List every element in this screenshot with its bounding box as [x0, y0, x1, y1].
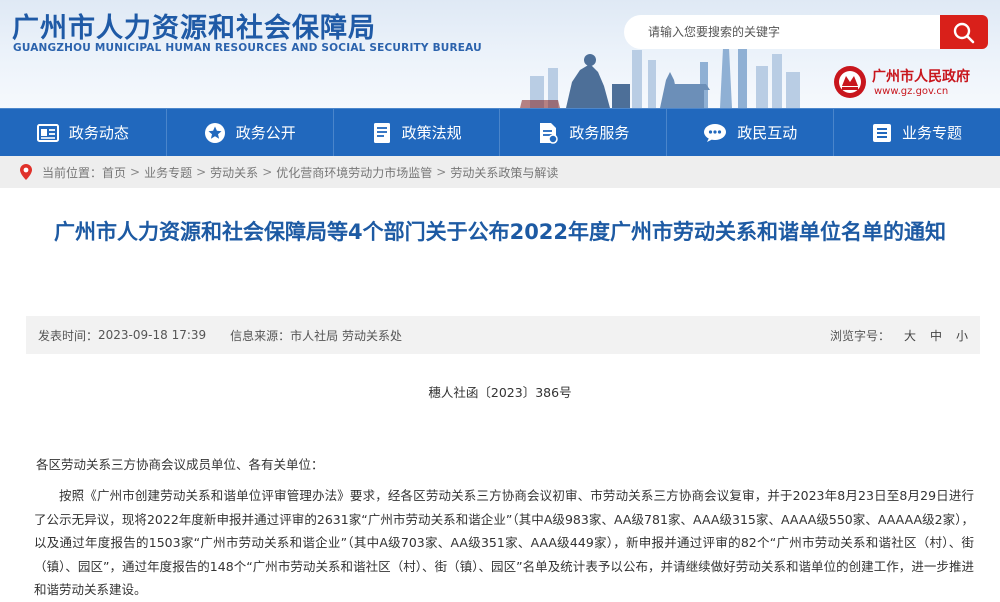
nav-item-public[interactable]: 政务公开 — [167, 109, 334, 156]
breadcrumb-market-supervision[interactable]: 优化营商环境劳动力市场监管 — [276, 164, 432, 181]
book-icon — [373, 122, 390, 143]
breadcrumb-topics[interactable]: 业务专题 — [144, 164, 192, 181]
document-number: 穗人社函〔2023〕386号 — [428, 385, 572, 400]
nav-item-label: 政务服务 — [569, 124, 630, 142]
search-icon — [953, 22, 975, 44]
nav-item-topics[interactable]: 业务专题 — [834, 109, 1000, 156]
search-input[interactable] — [624, 15, 942, 49]
breadcrumb-separator: > — [262, 165, 273, 179]
font-size-label: 浏览字号： — [829, 328, 890, 343]
breadcrumb-policy-interpretation[interactable]: 劳动关系政策与解读 — [450, 164, 558, 181]
star-icon — [204, 122, 225, 143]
chat-icon — [704, 123, 727, 142]
font-size-small-button[interactable]: 小 — [956, 327, 968, 344]
body-paragraph: 按照《广州市创建劳动关系和谐单位评审管理办法》要求，经各区劳动关系三方协商会议初… — [34, 488, 974, 597]
nav-item-label: 政务公开 — [235, 124, 296, 142]
nav-item-policy[interactable]: 政策法规 — [334, 109, 501, 156]
site-title[interactable]: 广州市人力资源和社会保障局 — [12, 6, 376, 45]
publish-time-label: 发表时间： — [38, 328, 99, 343]
list-icon — [873, 123, 892, 142]
source-value: 市人社局 劳动关系处 — [290, 328, 402, 343]
news-icon — [36, 123, 59, 142]
nav-item-news[interactable]: 政务动态 — [0, 109, 167, 156]
font-size-medium-button[interactable]: 中 — [930, 327, 942, 344]
location-pin-icon — [20, 164, 32, 180]
nav-item-interaction[interactable]: 政民互动 — [667, 109, 835, 156]
publish-time: 2023-09-18 17:39 — [98, 328, 207, 342]
article-title: 广州市人力资源和社会保障局等4个部门关于公布2022年度广州市劳动关系和谐单位名… — [53, 220, 947, 244]
font-size-large-button[interactable]: 大 — [904, 327, 916, 344]
nav-item-service[interactable]: 政务服务 — [500, 109, 668, 156]
source-label: 信息来源： — [230, 328, 291, 343]
breadcrumb-separator: > — [130, 165, 141, 179]
breadcrumb-labor-relations[interactable]: 劳动关系 — [210, 164, 258, 181]
document-icon — [540, 122, 559, 144]
breadcrumb-home[interactable]: 首页 — [102, 164, 126, 181]
breadcrumb-prefix: 当前位置： — [42, 165, 103, 180]
gov-emblem-icon[interactable] — [832, 64, 868, 100]
nav-item-label: 业务专题 — [902, 124, 963, 142]
breadcrumb-separator: > — [436, 165, 447, 179]
font-size-controls: 浏览字号： 大 中 小 — [830, 327, 968, 344]
gov-url[interactable]: www.gz.gov.cn — [874, 86, 948, 97]
article-meta-bar: 发表时间： 2023-09-18 17:39 信息来源： 市人社局 劳动关系处 … — [26, 316, 980, 354]
nav-item-label: 政策法规 — [401, 124, 462, 142]
site-subtitle: GUANGZHOU MUNICIPAL HUMAN RESOURCES AND … — [13, 42, 482, 54]
nav-item-label: 政民互动 — [737, 124, 798, 142]
salutation: 各区劳动关系三方协商会议成员单位、各有关单位： — [36, 457, 324, 472]
search-box — [624, 15, 988, 49]
gov-name-link[interactable]: 广州市人民政府 — [872, 66, 970, 86]
breadcrumb-separator: > — [196, 165, 207, 179]
nav-item-label: 政务动态 — [68, 124, 129, 142]
site-header: 广州市人力资源和社会保障局 GUANGZHOU MUNICIPAL HUMAN … — [0, 0, 1000, 108]
search-button[interactable] — [940, 15, 988, 49]
main-nav: 政务动态 政务公开 政策法规 政务服务 政民互动 业务专题 — [0, 108, 1000, 156]
breadcrumb: 当前位置： 首页 > 业务专题 > 劳动关系 > 优化营商环境劳动力市场监管 >… — [0, 156, 1000, 188]
